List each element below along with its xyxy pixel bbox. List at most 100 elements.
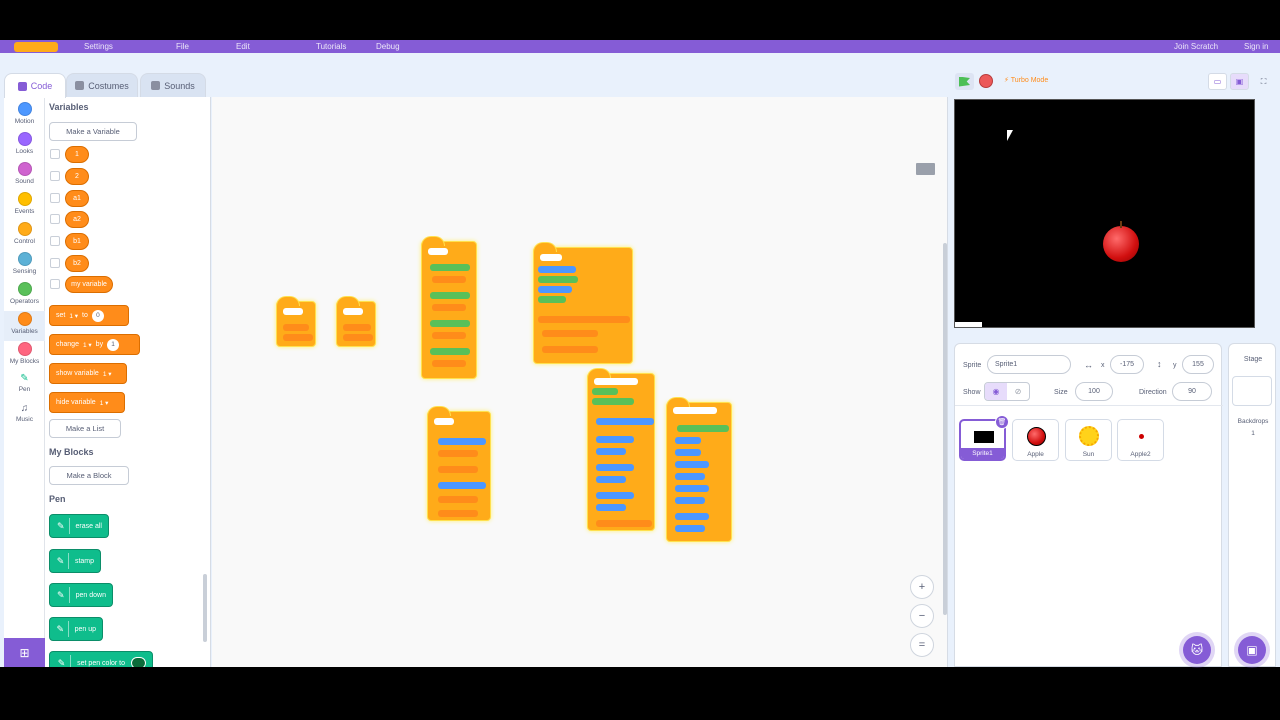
menu-edit[interactable]: Edit <box>236 41 250 52</box>
variable-checkbox[interactable] <box>50 149 60 159</box>
choose-sprite-button[interactable]: 🐱 <box>1183 636 1211 664</box>
tab-costumes-label: Costumes <box>88 80 129 91</box>
y-input[interactable]: 155 <box>1182 355 1214 374</box>
stage-pane[interactable]: Stage Backdrops 1 <box>1228 343 1276 667</box>
block-row <box>428 248 448 255</box>
category-label: Motion <box>14 118 35 125</box>
make-variable-button[interactable]: Make a Variable <box>49 122 137 141</box>
script-stack[interactable] <box>427 406 491 521</box>
category-events[interactable]: Events <box>4 191 45 221</box>
make-list-button[interactable]: Make a List <box>49 419 121 438</box>
variable-reporter[interactable]: 1 <box>65 146 89 163</box>
category-label: My Blocks <box>9 358 40 365</box>
variable-checkbox[interactable] <box>50 171 60 181</box>
category-control[interactable]: Control <box>4 221 45 251</box>
fullscreen-button[interactable]: ⛶ <box>1254 73 1273 90</box>
script-stack[interactable] <box>421 236 477 379</box>
x-input[interactable]: -175 <box>1110 355 1144 374</box>
join-scratch-link[interactable]: Join Scratch <box>1174 41 1218 52</box>
stamp-block[interactable]: ✎ stamp <box>49 549 101 573</box>
sprite-name-input[interactable]: Sprite1 <box>987 355 1071 374</box>
sprite1-thumbnail <box>971 427 997 447</box>
tab-costumes[interactable]: Costumes <box>66 73 138 97</box>
variable-checkbox[interactable] <box>50 214 60 224</box>
stop-button[interactable] <box>979 74 993 88</box>
direction-input[interactable]: 90 <box>1172 382 1212 401</box>
erase-all-block[interactable]: ✎ erase all <box>49 514 109 538</box>
category-looks[interactable]: Looks <box>4 131 45 161</box>
large-stage-button[interactable]: ▣ <box>1230 73 1249 90</box>
tab-sounds[interactable]: Sounds <box>140 73 206 97</box>
script-area[interactable] <box>212 97 948 667</box>
show-eye-icon[interactable]: ◉ <box>985 383 1007 400</box>
green-flag-button[interactable] <box>955 73 974 90</box>
variable-checkbox[interactable] <box>50 279 60 289</box>
color-swatch[interactable] <box>131 657 146 667</box>
script-stack[interactable] <box>276 296 316 347</box>
stage-canvas[interactable] <box>954 99 1255 328</box>
change-variable-block[interactable]: change 1 ▾ by 1 <box>49 334 140 355</box>
pen-up-block[interactable]: ✎ pen up <box>49 617 103 641</box>
script-stack[interactable] <box>533 242 633 364</box>
pen-icon: ✎ <box>56 553 69 569</box>
category-music[interactable]: ♫ Music <box>4 401 45 431</box>
variable-checkbox[interactable] <box>50 258 60 268</box>
category-pen[interactable]: ✎ Pen <box>4 371 45 401</box>
sprite-tile-apple2[interactable]: Apple2 <box>1117 419 1164 461</box>
add-extension-button[interactable]: ⊞ <box>4 638 45 667</box>
make-block-button[interactable]: Make a Block <box>49 466 129 485</box>
sign-in-link[interactable]: Sign in <box>1244 41 1268 52</box>
variable-reporter[interactable]: a2 <box>65 211 89 228</box>
category-label: Sound <box>15 178 34 185</box>
variable-reporter[interactable]: a1 <box>65 190 89 207</box>
category-variables[interactable]: Variables <box>4 311 45 341</box>
size-input[interactable]: 100 <box>1075 382 1113 401</box>
green-flag-icon <box>959 76 970 87</box>
script-stack[interactable] <box>587 368 655 531</box>
hide-variable-block[interactable]: hide variable 1 ▾ <box>49 392 125 413</box>
variable-dropdown[interactable]: 1 ▾ <box>69 312 78 320</box>
menu-file[interactable]: File <box>176 41 189 52</box>
value-input[interactable]: 0 <box>91 309 104 322</box>
script-stack[interactable] <box>666 397 732 542</box>
script-scrollbar[interactable] <box>943 243 947 615</box>
menu-debug[interactable]: Debug <box>376 41 400 52</box>
category-motion[interactable]: Motion <box>4 101 45 131</box>
variable-reporter[interactable]: b1 <box>65 233 89 250</box>
block-label: pen down <box>75 591 106 599</box>
sprite-tile-sun[interactable]: Sun <box>1065 419 1112 461</box>
sprite-tile-apple[interactable]: Apple <box>1012 419 1059 461</box>
variable-reporter[interactable]: my variable <box>65 276 113 293</box>
set-variable-block[interactable]: set 1 ▾ to 0 <box>49 305 129 326</box>
zoom-out-button[interactable]: − <box>910 604 934 628</box>
delete-sprite-icon[interactable]: 🗑 <box>995 415 1009 429</box>
variable-reporter[interactable]: 2 <box>65 168 89 185</box>
variable-dropdown[interactable]: 1 ▾ <box>103 370 112 378</box>
zoom-reset-button[interactable]: = <box>910 633 934 657</box>
category-my-blocks[interactable]: My Blocks <box>4 341 45 371</box>
menu-tutorials[interactable]: Tutorials <box>316 41 346 52</box>
value-input[interactable]: 1 <box>107 338 120 351</box>
block-row <box>596 520 652 527</box>
variable-dropdown[interactable]: 1 ▾ <box>100 399 109 407</box>
small-stage-button[interactable]: ▭ <box>1208 73 1227 90</box>
scratch-logo[interactable] <box>14 42 58 52</box>
variable-checkbox[interactable] <box>50 236 60 246</box>
pen-down-block[interactable]: ✎ pen down <box>49 583 113 607</box>
hide-eye-icon[interactable]: ⊘ <box>1007 383 1029 400</box>
category-sensing[interactable]: Sensing <box>4 251 45 281</box>
category-operators[interactable]: Operators <box>4 281 45 311</box>
choose-backdrop-button[interactable]: ▣ <box>1238 636 1266 664</box>
variable-reporter[interactable]: b2 <box>65 255 89 272</box>
menu-settings[interactable]: Settings <box>84 41 113 52</box>
category-sound[interactable]: Sound <box>4 161 45 191</box>
apple-sprite[interactable] <box>1103 221 1139 262</box>
zoom-in-button[interactable]: + <box>910 575 934 599</box>
tab-code[interactable]: Code <box>4 73 66 98</box>
variable-checkbox[interactable] <box>50 193 60 203</box>
script-stack[interactable] <box>336 296 376 347</box>
set-pen-color-block[interactable]: ✎ set pen color to <box>49 651 153 667</box>
show-variable-block[interactable]: show variable 1 ▾ <box>49 363 127 384</box>
palette-scrollbar[interactable] <box>203 574 207 642</box>
variable-dropdown[interactable]: 1 ▾ <box>83 341 92 349</box>
